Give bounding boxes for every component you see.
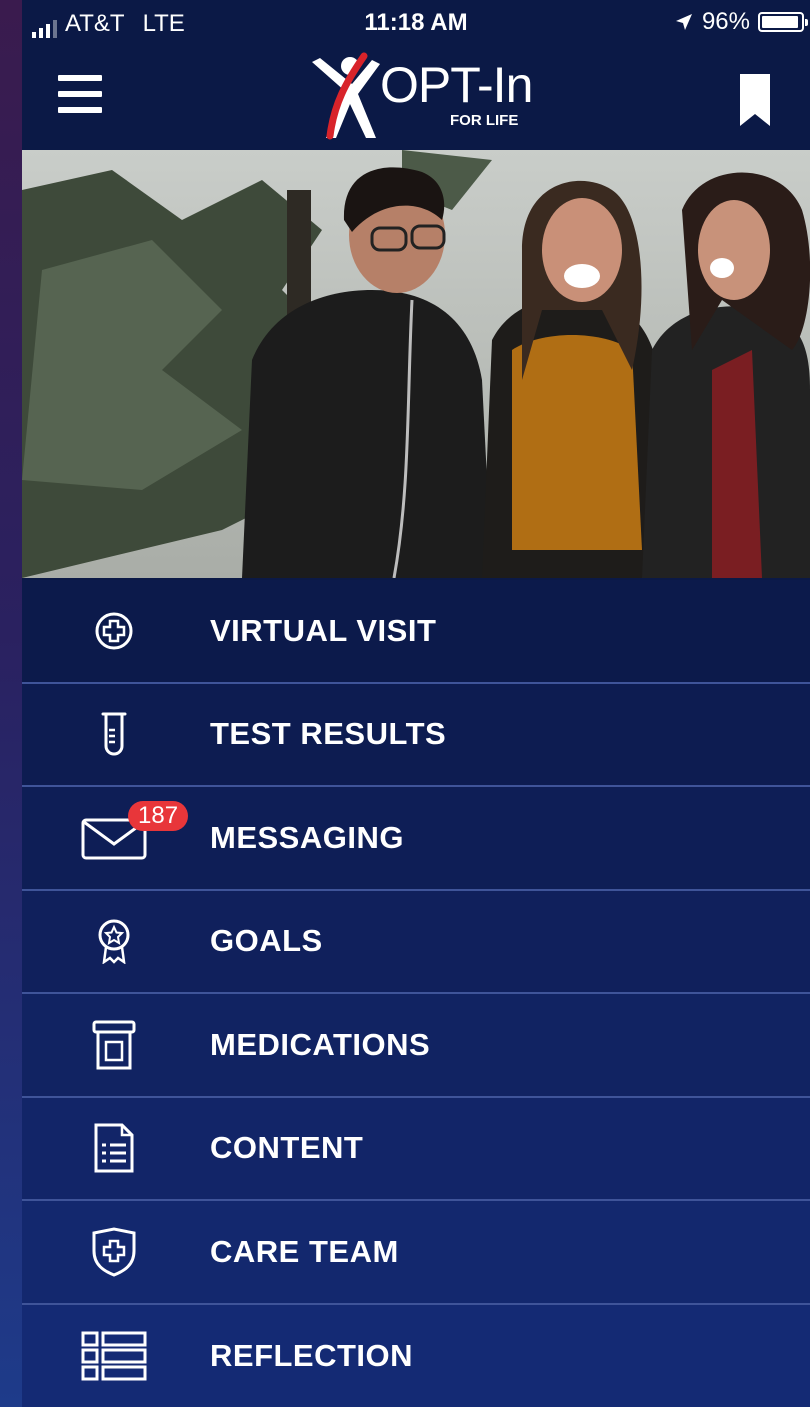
battery-percent: 96% xyxy=(701,8,750,35)
menu-item-virtual-visit[interactable]: VIRTUAL VISIT xyxy=(22,580,810,684)
menu-item-goals[interactable]: GOALS xyxy=(22,890,810,994)
menu-item-medications[interactable]: MEDICATIONS xyxy=(22,994,810,1098)
logo-subtext: FOR LIFE xyxy=(450,112,519,129)
menu-item-label: VIRTUAL VISIT xyxy=(210,612,437,648)
bookmark-icon[interactable] xyxy=(740,74,770,126)
menu-item-label: GOALS xyxy=(210,923,323,959)
menu-item-label: TEST RESULTS xyxy=(210,716,447,752)
app-header: OPT-In FOR LIFE xyxy=(22,48,810,148)
logo-text: OPT-In xyxy=(380,57,533,113)
app-screen: AT&T LTE 11:18 AM 96% OPT-In FOR LIFE VI… xyxy=(22,0,810,1407)
menu-item-reflection[interactable]: REFLECTION xyxy=(22,1304,810,1407)
shield-cross-icon xyxy=(80,1224,148,1280)
test-tube-icon xyxy=(80,706,148,762)
menu-item-label: MESSAGING xyxy=(210,819,404,855)
menu-item-care-team[interactable]: CARE TEAM xyxy=(22,1201,810,1305)
menu-item-label: CARE TEAM xyxy=(210,1233,399,1269)
medical-cross-circle-icon xyxy=(80,603,148,659)
pill-bottle-icon xyxy=(80,1017,148,1073)
hamburger-menu-icon[interactable] xyxy=(58,75,102,119)
menu-item-label: CONTENT xyxy=(210,1130,364,1166)
status-bar: AT&T LTE 11:18 AM 96% xyxy=(22,0,810,48)
document-list-icon xyxy=(80,1120,148,1176)
logo-figure-icon xyxy=(312,52,380,140)
menu-item-content[interactable]: CONTENT xyxy=(22,1097,810,1201)
battery-icon xyxy=(758,12,808,32)
main-menu: VIRTUAL VISIT TEST RESULTS 187 MESSAGING… xyxy=(22,580,810,1407)
list-layout-icon xyxy=(80,1328,148,1384)
menu-item-test-results[interactable]: TEST RESULTS xyxy=(22,683,810,787)
award-ribbon-icon xyxy=(80,913,148,969)
app-logo: OPT-In FOR LIFE xyxy=(306,52,546,144)
unread-count-badge: 187 xyxy=(128,801,189,831)
hero-image xyxy=(22,150,810,578)
menu-item-messaging[interactable]: 187 MESSAGING xyxy=(22,787,810,891)
location-arrow-icon xyxy=(675,14,692,30)
menu-item-label: REFLECTION xyxy=(210,1338,414,1374)
menu-item-label: MEDICATIONS xyxy=(210,1026,431,1062)
